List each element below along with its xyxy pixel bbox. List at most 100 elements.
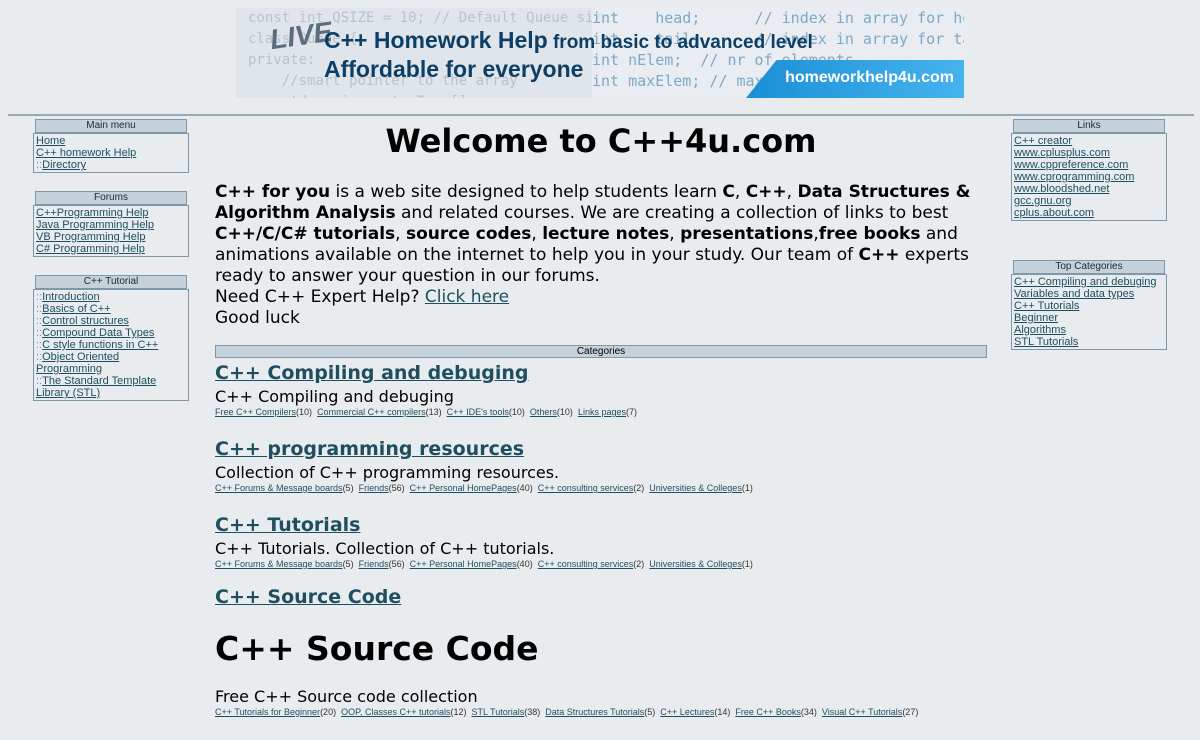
main-menu-box: Main menu Home C++ homework Help ::Direc…	[33, 119, 189, 173]
subcategory-link[interactable]: Universities & Colleges	[649, 483, 742, 493]
tutorial-link-oop[interactable]: Object Oriented Programming	[36, 351, 119, 375]
subcategory-link[interactable]: C++ Forums & Message boards	[215, 559, 343, 569]
subcategory-count: (10)	[296, 407, 313, 417]
tutorial-link-compound-data-types[interactable]: Compound Data Types	[42, 327, 154, 339]
banner-headline-bold: C++ Homework Help	[324, 27, 548, 53]
subcategory-count: (1)	[741, 483, 753, 493]
source-link-count: (27)	[902, 707, 919, 717]
subcategory-link[interactable]: Universities & Colleges	[649, 559, 742, 569]
subcategory-link[interactable]: C++ Personal HomePages	[410, 559, 517, 569]
subcategory-link[interactable]: Free C++ Compilers	[215, 407, 296, 417]
subcategory-count: (10)	[508, 407, 525, 417]
subcategory-link[interactable]: C++ Personal HomePages	[410, 483, 517, 493]
intro-text: ,	[734, 182, 746, 202]
menu-item-home: Home	[36, 135, 186, 147]
tutorial-link-introduction[interactable]: Introduction	[42, 291, 99, 303]
intro-text: is a web site designed to help students …	[330, 182, 723, 202]
subcategory-link[interactable]: C++ consulting services	[538, 483, 634, 493]
source-link[interactable]: C++ Lectures	[660, 707, 714, 717]
category-section: C++ Tutorials C++ Tutorials. Collection …	[215, 513, 987, 569]
top-category-variables[interactable]: Variables and data types	[1014, 288, 1134, 300]
link-cplusplus[interactable]: www.cplusplus.com	[1014, 147, 1110, 159]
source-link[interactable]: OOP, Classes C++ tutorials	[341, 707, 450, 717]
tutorial-link-control-structures[interactable]: Control structures	[42, 315, 129, 327]
link-cppreference[interactable]: www.cppreference.com	[1014, 159, 1128, 171]
top-categories-box: Top Categories C++ Compiling and debugin…	[1011, 260, 1167, 350]
source-link[interactable]: Data Structures Tutorials	[545, 707, 644, 717]
forum-link-csharp[interactable]: C# Programming Help	[36, 243, 145, 255]
link-cplus-about[interactable]: cplus.about.com	[1014, 207, 1094, 219]
category-title-compiling[interactable]: C++ Compiling and debuging	[215, 361, 987, 385]
top-categories-title: Top Categories	[1013, 260, 1165, 274]
top-category-algorithms[interactable]: Algorithms	[1014, 324, 1066, 336]
subcategory-count: (2)	[633, 483, 645, 493]
subcategory-link[interactable]: C++ consulting services	[538, 559, 634, 569]
subcategory-link[interactable]: C++ IDE's tools	[447, 407, 509, 417]
subcategory-count: (2)	[633, 559, 645, 569]
banner-headline-sub: from basic to advanced level	[547, 32, 813, 53]
ad-banner[interactable]: const int QSIZE = 10; // Default Queue s…	[236, 8, 964, 98]
intro-text: ,	[531, 224, 543, 244]
subcategory-link[interactable]: Friends	[359, 483, 389, 493]
source-link[interactable]: Visual C++ Tutorials	[822, 707, 902, 717]
top-category-beginner[interactable]: Beginner	[1014, 312, 1058, 324]
subcategory-link[interactable]: Friends	[359, 559, 389, 569]
subcategory-link[interactable]: Commercial C++ compilers	[317, 407, 426, 417]
source-link-count: (38)	[524, 707, 541, 717]
link-cpp-creator[interactable]: C++ creator	[1014, 135, 1072, 147]
subcategory-link[interactable]: C++ Forums & Message boards	[215, 483, 343, 493]
tutorial-link-stl[interactable]: The Standard Template Library (STL)	[36, 375, 156, 399]
banner-site-button[interactable]: homeworkhelp4u.com	[746, 60, 964, 98]
intro-bold-site: C++ for you	[215, 182, 331, 202]
main-menu-list: Home C++ homework Help ::Directory	[33, 133, 189, 173]
subcategory-link[interactable]: Others	[530, 407, 557, 417]
subcategory-link[interactable]: Links pages	[578, 407, 626, 417]
subcategory-count: (5)	[342, 483, 354, 493]
intro-paragraph: C++ for you is a web site designed to he…	[215, 182, 987, 329]
forum-link-vb[interactable]: VB Programming Help	[36, 231, 145, 243]
menu-link-homework-help[interactable]: C++ homework Help	[36, 147, 136, 159]
source-link-count: (12)	[450, 707, 467, 717]
category-section: C++ Compiling and debuging C++ Compiling…	[215, 361, 987, 417]
top-categories-list: C++ Compiling and debuging Variables and…	[1011, 274, 1167, 350]
source-code-link[interactable]: C++ Source Code	[215, 585, 987, 609]
intro-bold-tutorials: C++/C/C# tutorials	[215, 224, 396, 244]
category-links: Free C++ Compilers(10) Commercial C++ co…	[215, 407, 987, 417]
source-link[interactable]: C++ Tutorials for Beginner	[215, 707, 320, 717]
subcategory-count: (1)	[741, 559, 753, 569]
subcategory-count: (56)	[388, 559, 405, 569]
link-bloodshed[interactable]: www.bloodshed.net	[1014, 183, 1109, 195]
source-link-count: (20)	[320, 707, 337, 717]
menu-link-directory[interactable]: Directory	[42, 159, 86, 171]
header-divider	[8, 114, 1194, 116]
subcategory-count: (13)	[425, 407, 442, 417]
subcategory-count: (7)	[626, 407, 637, 417]
category-description: Collection of C++ programming resources.	[215, 463, 560, 482]
link-cprogramming[interactable]: www.cprogramming.com	[1014, 171, 1134, 183]
expert-help-text: Need C++ Expert Help?	[215, 287, 425, 307]
subcategory-count: (5)	[342, 559, 354, 569]
category-links: C++ Forums & Message boards(5) Friends(5…	[215, 483, 987, 493]
menu-link-home[interactable]: Home	[36, 135, 65, 147]
link-gcc[interactable]: gcc.gnu.org	[1014, 195, 1071, 207]
forum-link-cpp[interactable]: C++Programming Help	[36, 207, 149, 219]
intro-text: ,	[786, 182, 798, 202]
source-link[interactable]: Free C++ Books	[735, 707, 801, 717]
category-title-resources[interactable]: C++ programming resources	[215, 437, 987, 461]
tutorial-link-c-style-functions[interactable]: C style functions in C++	[42, 339, 158, 351]
forums-title: Forums	[35, 191, 187, 205]
tutorial-list: ::Introduction ::Basics of C++ ::Control…	[33, 289, 189, 401]
intro-bold-lecture-notes: lecture notes	[542, 224, 670, 244]
source-link[interactable]: STL Tutorials	[472, 707, 525, 717]
tutorial-title: C++ Tutorial	[35, 275, 187, 289]
category-title-tutorials[interactable]: C++ Tutorials	[215, 513, 987, 537]
top-category-stl[interactable]: STL Tutorials	[1014, 336, 1078, 348]
top-category-compiling[interactable]: C++ Compiling and debuging	[1014, 276, 1157, 288]
tutorial-link-basics[interactable]: Basics of C++	[42, 303, 110, 315]
source-code-heading: C++ Source Code	[215, 629, 539, 668]
top-category-tutorials[interactable]: C++ Tutorials	[1014, 300, 1079, 312]
category-description: C++ Tutorials. Collection of C++ tutoria…	[215, 539, 555, 558]
forum-link-java[interactable]: Java Programming Help	[36, 219, 154, 231]
click-here-link[interactable]: Click here	[425, 287, 509, 307]
categories-header: Categories	[215, 345, 987, 358]
